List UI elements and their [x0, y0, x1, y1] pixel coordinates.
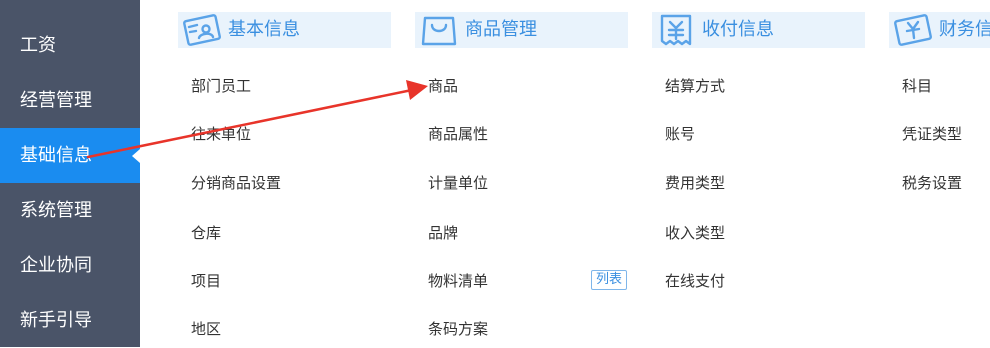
- sidebar-item-enterprise-collaboration[interactable]: 企业协同: [0, 238, 140, 293]
- sidebar-item-label: 基础信息: [20, 145, 92, 166]
- link-account[interactable]: 账号: [665, 121, 695, 147]
- column-header: 商品管理: [415, 12, 628, 48]
- column-title: 商品管理: [465, 19, 537, 40]
- sidebar-item-basic-info[interactable]: 基础信息: [0, 128, 140, 183]
- receipt-icon: [660, 14, 692, 46]
- link-product[interactable]: 商品: [428, 73, 458, 99]
- sidebar-item-label: 经营管理: [20, 90, 92, 111]
- column-header: 财务信: [889, 12, 990, 48]
- link-contacts[interactable]: 往来单位: [191, 121, 251, 147]
- id-card-icon: [183, 14, 221, 46]
- sidebar-item-salary[interactable]: 工资: [0, 18, 140, 73]
- column-header: 收付信息: [652, 12, 865, 48]
- shopping-bag-icon: [421, 16, 457, 46]
- link-online-payment[interactable]: 在线支付: [665, 268, 725, 294]
- link-accounting-subject[interactable]: 科目: [902, 73, 932, 99]
- link-voucher-type[interactable]: 凭证类型: [902, 121, 962, 147]
- link-department-staff[interactable]: 部门员工: [191, 73, 251, 99]
- sidebar-item-label: 企业协同: [20, 255, 92, 276]
- link-region[interactable]: 地区: [191, 316, 221, 342]
- link-bill-of-materials[interactable]: 物料清单: [428, 268, 488, 294]
- link-barcode-scheme[interactable]: 条码方案: [428, 316, 488, 342]
- link-tax-settings[interactable]: 税务设置: [902, 170, 962, 196]
- column-finance-info: 财务信 科目 凭证类型 税务设置: [889, 0, 990, 347]
- link-expense-type[interactable]: 费用类型: [665, 170, 725, 196]
- sidebar-item-beginner-guide[interactable]: 新手引导: [0, 293, 140, 348]
- link-product-attributes[interactable]: 商品属性: [428, 121, 488, 147]
- column-title: 基本信息: [228, 19, 300, 40]
- column-header: 基本信息: [178, 12, 391, 48]
- yen-card-icon: [894, 14, 932, 46]
- link-warehouse[interactable]: 仓库: [191, 220, 221, 246]
- sidebar-item-label: 系统管理: [20, 200, 92, 221]
- sidebar-item-system-management[interactable]: 系统管理: [0, 183, 140, 238]
- link-brand[interactable]: 品牌: [428, 220, 458, 246]
- sidebar-item-business-management[interactable]: 经营管理: [0, 73, 140, 128]
- sidebar-item-label: 新手引导: [20, 310, 92, 331]
- annotation-arrow: [86, 80, 428, 159]
- sidebar: 工资 经营管理 基础信息 系统管理 企业协同 新手引导: [0, 0, 140, 347]
- sidebar-item-label: 工资: [20, 35, 56, 56]
- link-unit-of-measure[interactable]: 计量单位: [428, 170, 488, 196]
- link-project[interactable]: 项目: [191, 268, 221, 294]
- link-distribution-settings[interactable]: 分销商品设置: [191, 170, 281, 196]
- list-badge-button[interactable]: 列表: [591, 270, 628, 290]
- link-settlement-method[interactable]: 结算方式: [665, 73, 725, 99]
- column-title: 收付信息: [702, 19, 774, 40]
- link-income-type[interactable]: 收入类型: [665, 220, 725, 246]
- column-title: 财务信: [939, 19, 990, 40]
